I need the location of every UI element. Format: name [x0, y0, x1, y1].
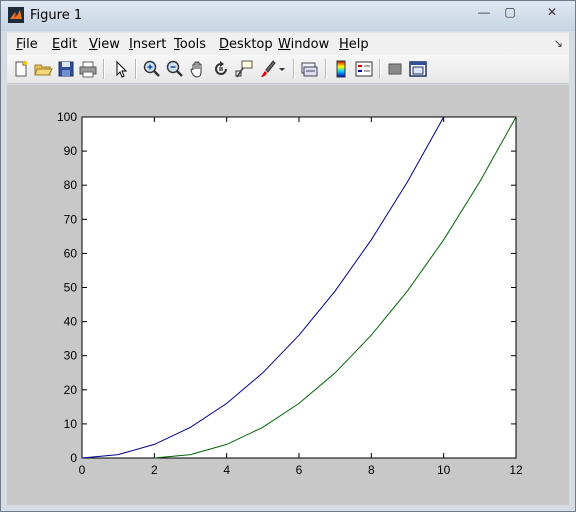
figure-canvas: 0 2 4 6 8 10 12 0 10 20 30 40 50 60 70 80 90 100 [7, 85, 569, 505]
y-tick-label: 90 [64, 144, 78, 158]
x-tick-label: 0 [79, 463, 86, 477]
show-plot-tools-icon[interactable] [408, 59, 428, 79]
toolbar-separator [325, 59, 327, 79]
rotate-3d-icon[interactable] [211, 59, 231, 79]
close-button[interactable]: ✕ [533, 3, 571, 21]
menu-view[interactable]: View [89, 37, 120, 52]
menu-bar: File Edit View Insert Tools Desktop Wind… [7, 32, 569, 55]
line-chart[interactable]: 0 2 4 6 8 10 12 0 10 20 30 40 50 60 70 80 90 100 [7, 85, 569, 505]
menu-desktop[interactable]: Desktop [219, 37, 273, 52]
window-title: Figure 1 [30, 8, 83, 23]
menu-file[interactable]: File [16, 37, 38, 52]
y-tick-label: 10 [64, 417, 78, 431]
zoom-out-icon[interactable] [165, 59, 185, 79]
y-tick-label: 50 [64, 281, 78, 295]
brush-icon[interactable] [257, 59, 277, 79]
brush-dropdown-icon[interactable] [277, 59, 287, 79]
x-tick-label: 4 [223, 463, 230, 477]
insert-colorbar-icon[interactable] [331, 59, 351, 79]
open-file-icon[interactable] [33, 59, 53, 79]
x-tick-label: 2 [151, 463, 158, 477]
link-plot-icon[interactable] [299, 59, 319, 79]
menu-dock-arrow-icon[interactable]: ↘ [554, 37, 563, 50]
new-figure-icon[interactable] [11, 59, 31, 79]
title-bar[interactable]: Figure 1 — ▢ ✕ [1, 1, 575, 31]
figure-toolbar [7, 55, 569, 84]
y-tick-label: 80 [64, 178, 78, 192]
toolbar-separator [135, 59, 137, 79]
x-tick-label: 8 [368, 463, 375, 477]
menu-help[interactable]: Help [339, 37, 369, 52]
zoom-in-icon[interactable] [142, 59, 162, 79]
data-cursor-icon[interactable] [234, 59, 254, 79]
axes-box [81, 116, 517, 459]
edit-plot-arrow-icon[interactable] [111, 59, 131, 79]
y-tick-label: 40 [64, 315, 78, 329]
matlab-logo-icon [8, 7, 24, 23]
y-tick-label: 70 [64, 212, 78, 226]
minimize-button[interactable]: — [471, 3, 497, 21]
toolbar-separator [293, 59, 295, 79]
y-tick-label: 30 [64, 349, 78, 363]
print-icon[interactable] [78, 59, 98, 79]
save-icon[interactable] [56, 59, 76, 79]
menu-insert[interactable]: Insert [129, 37, 166, 52]
x-tick-label: 12 [509, 463, 523, 477]
insert-legend-icon[interactable] [354, 59, 374, 79]
y-tick-label: 100 [57, 110, 77, 124]
toolbar-separator [103, 59, 105, 79]
menu-edit[interactable]: Edit [52, 37, 77, 52]
toolbar-separator [379, 59, 381, 79]
y-tick-label: 0 [70, 451, 77, 465]
maximize-button[interactable]: ▢ [497, 3, 523, 21]
hide-plot-tools-icon[interactable] [385, 59, 405, 79]
pan-hand-icon[interactable] [188, 59, 208, 79]
menu-window[interactable]: Window [278, 37, 329, 52]
y-tick-label: 20 [64, 383, 78, 397]
x-tick-label: 6 [296, 463, 303, 477]
x-tick-label: 10 [437, 463, 451, 477]
menu-tools[interactable]: Tools [174, 37, 206, 52]
figure-window: Figure 1 — ▢ ✕ File Edit View Insert Too… [0, 0, 576, 512]
y-tick-label: 60 [64, 246, 78, 260]
